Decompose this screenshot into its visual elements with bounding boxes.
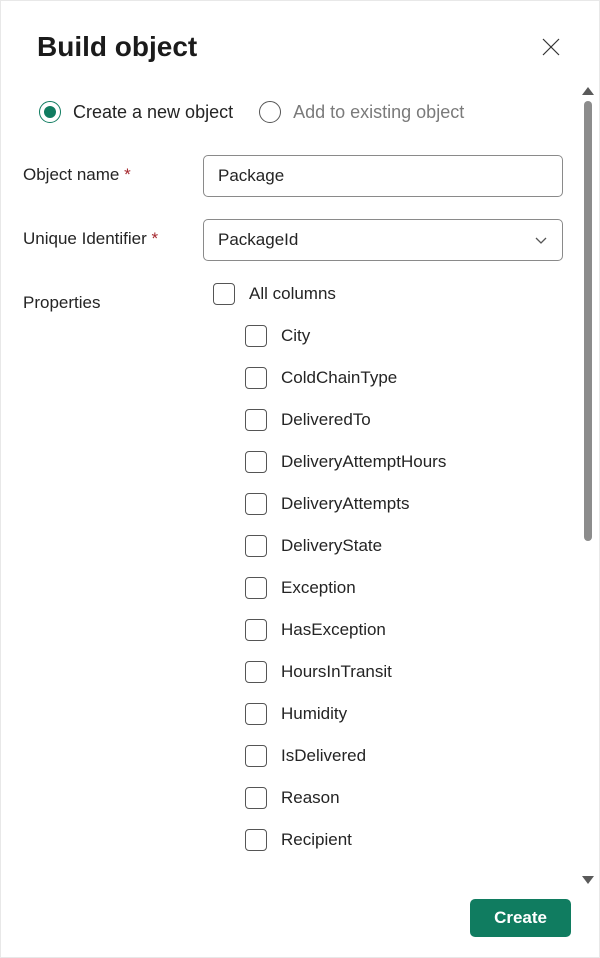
close-button[interactable]: [533, 29, 569, 65]
checkbox-label: Humidity: [281, 704, 347, 724]
label-text: Unique Identifier: [23, 229, 147, 248]
checkbox-label: DeliveryAttemptHours: [281, 452, 446, 472]
checkbox-label: DeliveredTo: [281, 410, 371, 430]
content-scroll-area[interactable]: Create a new object Add to existing obje…: [1, 83, 599, 888]
checkbox-item[interactable]: City: [245, 325, 579, 347]
radio-create-new[interactable]: Create a new object: [39, 101, 233, 123]
build-object-panel: Build object Create a new object Add to …: [0, 0, 600, 958]
radio-create-label: Create a new object: [73, 102, 233, 123]
panel-title: Build object: [37, 31, 197, 63]
create-button[interactable]: Create: [470, 899, 571, 937]
checkbox-label: Reason: [281, 788, 340, 808]
select-value: PackageId: [218, 230, 298, 250]
checkbox-item[interactable]: Humidity: [245, 703, 579, 725]
radio-icon: [39, 101, 61, 123]
checkbox-icon: [245, 745, 267, 767]
checkbox-icon: [245, 535, 267, 557]
checkbox-icon: [245, 787, 267, 809]
checkbox-icon: [245, 661, 267, 683]
checkbox-item[interactable]: HoursInTransit: [245, 661, 579, 683]
radio-add-existing[interactable]: Add to existing object: [259, 101, 464, 123]
object-name-control: [203, 155, 563, 197]
radio-icon: [259, 101, 281, 123]
checkbox-label: DeliveryState: [281, 536, 382, 556]
checkbox-item[interactable]: DeliveryAttemptHours: [245, 451, 579, 473]
properties-label: Properties: [23, 283, 203, 313]
checkbox-label: Exception: [281, 578, 356, 598]
close-icon: [542, 38, 560, 56]
object-name-label: Object name *: [23, 155, 203, 185]
scroll-down-icon[interactable]: [582, 876, 594, 884]
panel-header: Build object: [1, 1, 599, 83]
checkbox-icon: [245, 451, 267, 473]
checkbox-icon: [213, 283, 235, 305]
checkbox-label: HoursInTransit: [281, 662, 392, 682]
required-indicator: *: [152, 229, 159, 248]
checkbox-label: ColdChainType: [281, 368, 397, 388]
checkbox-icon: [245, 367, 267, 389]
checkbox-label: DeliveryAttempts: [281, 494, 409, 514]
checkbox-label: IsDelivered: [281, 746, 366, 766]
checkbox-item[interactable]: Exception: [245, 577, 579, 599]
checkbox-icon: [245, 829, 267, 851]
checkbox-icon: [245, 619, 267, 641]
properties-row: Properties All columns City ColdChainType…: [23, 283, 579, 871]
checkbox-label: All columns: [249, 284, 336, 304]
panel-footer: Create: [1, 888, 599, 957]
checkbox-item[interactable]: DeliveryState: [245, 535, 579, 557]
checkbox-item[interactable]: DeliveryAttempts: [245, 493, 579, 515]
unique-id-control: PackageId: [203, 219, 563, 261]
label-text: Object name: [23, 165, 119, 184]
checkbox-icon: [245, 577, 267, 599]
checkbox-icon: [245, 493, 267, 515]
mode-radio-group: Create a new object Add to existing obje…: [23, 101, 579, 155]
content-wrapper: Create a new object Add to existing obje…: [1, 83, 599, 888]
checkbox-label: City: [281, 326, 310, 346]
checkbox-item[interactable]: Recipient: [245, 829, 579, 851]
checkbox-icon: [245, 409, 267, 431]
scroll-up-icon[interactable]: [582, 87, 594, 95]
checkbox-item[interactable]: IsDelivered: [245, 745, 579, 767]
scrollbar[interactable]: [579, 83, 597, 888]
required-indicator: *: [124, 165, 131, 184]
object-name-input[interactable]: [203, 155, 563, 197]
checkbox-item[interactable]: ColdChainType: [245, 367, 579, 389]
unique-id-row: Unique Identifier * PackageId: [23, 219, 579, 261]
checkbox-icon: [245, 325, 267, 347]
checkbox-item[interactable]: DeliveredTo: [245, 409, 579, 431]
checkbox-item[interactable]: Reason: [245, 787, 579, 809]
radio-add-label: Add to existing object: [293, 102, 464, 123]
object-name-row: Object name *: [23, 155, 579, 197]
unique-id-label: Unique Identifier *: [23, 219, 203, 249]
checkbox-icon: [245, 703, 267, 725]
checkbox-all-columns[interactable]: All columns: [213, 283, 579, 305]
scroll-thumb[interactable]: [584, 101, 592, 541]
checkbox-label: HasException: [281, 620, 386, 640]
unique-id-select[interactable]: PackageId: [203, 219, 563, 261]
checkbox-item[interactable]: HasException: [245, 619, 579, 641]
chevron-down-icon: [534, 233, 548, 247]
properties-list: All columns City ColdChainType DeliveredTo…: [203, 283, 579, 871]
checkbox-label: Recipient: [281, 830, 352, 850]
